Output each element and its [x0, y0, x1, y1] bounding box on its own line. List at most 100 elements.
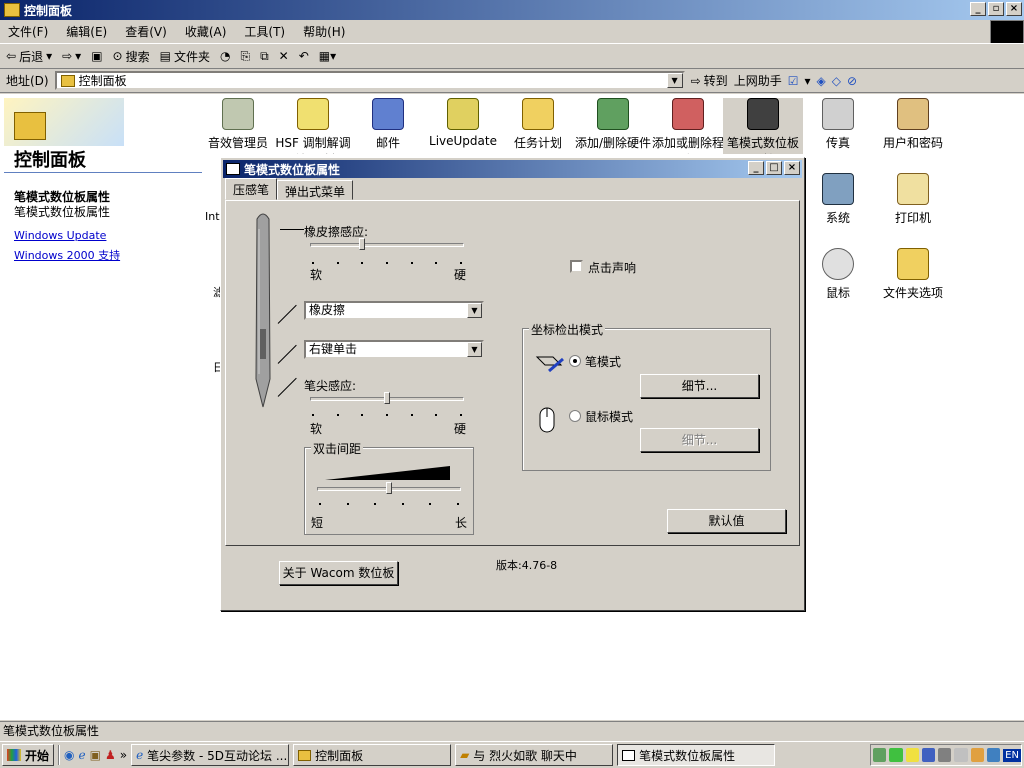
minimize-button[interactable]: _	[970, 2, 986, 16]
icon-pen-tablet[interactable]: 笔模式数位板属性	[723, 98, 803, 154]
mouse-mode-icon	[539, 407, 555, 433]
shield-icon[interactable]: ◈	[817, 74, 826, 88]
mouse-mode-radio[interactable]	[569, 410, 581, 422]
tip-leader-line	[277, 377, 297, 397]
up-folder-icon: ▣	[91, 49, 103, 63]
views-button[interactable]: ▦▾	[319, 49, 336, 63]
task-pen-tablet[interactable]: 笔模式数位板属性	[617, 744, 776, 766]
eraser-sensitivity-slider[interactable]	[358, 238, 365, 250]
delete-button[interactable]: ✕	[279, 49, 289, 63]
dialog-close-button[interactable]: ×	[784, 161, 800, 175]
move-to-button[interactable]: ⎘	[240, 49, 250, 64]
close-button[interactable]: ×	[1006, 2, 1022, 16]
icon-mail[interactable]: 邮件	[348, 98, 428, 151]
task-chat[interactable]: ▰ 与 烈火如歌 聊天中	[455, 744, 614, 766]
side-button-select[interactable]: 右键单击 ▼	[304, 340, 484, 359]
icon-users-passwords[interactable]: 用户和密码	[873, 98, 953, 151]
double-click-ticks	[319, 503, 459, 505]
chevron-down-icon[interactable]: ▼	[467, 342, 482, 357]
icon-add-remove-programs[interactable]: 添加或删除程序	[648, 98, 728, 154]
eraser-hard-label: 硬	[454, 268, 467, 282]
task-control-panel[interactable]: 控制面板	[293, 744, 452, 766]
printer-icon	[897, 173, 929, 205]
checkmark-icon[interactable]: ☑	[788, 74, 799, 88]
eraser-icon[interactable]: ◇	[832, 74, 841, 88]
monitor-icon[interactable]	[921, 748, 936, 762]
icon-liveupdate[interactable]: LiveUpdate	[423, 98, 503, 148]
more-quicklaunch-icon[interactable]: »	[120, 748, 127, 762]
menu-view[interactable]: 查看(V)	[125, 23, 167, 40]
ie-icon[interactable]: ℯ	[79, 748, 86, 762]
language-indicator[interactable]: EN	[1003, 748, 1021, 762]
icon-folder-options[interactable]: 文件夹选项	[873, 248, 953, 301]
dialog-tabs: 压感笔 弹出式菜单	[225, 178, 354, 200]
eraser-function-select[interactable]: 橡皮擦 ▼	[304, 301, 484, 320]
menu-favorites[interactable]: 收藏(A)	[185, 23, 227, 40]
disconnected-icon[interactable]	[938, 748, 952, 762]
tip-sensitivity-slider[interactable]	[384, 392, 390, 404]
tab-popup-menu[interactable]: 弹出式菜单	[277, 180, 354, 200]
go-button[interactable]: ⇨ 转到	[691, 72, 728, 89]
icon-printers[interactable]: 打印机	[873, 173, 953, 226]
go-arrow-icon: ⇨	[690, 73, 701, 88]
dialog-maximize-button[interactable]: □	[766, 161, 782, 175]
network-icon[interactable]	[873, 748, 887, 762]
windows-support-link[interactable]: Windows 2000 支持	[14, 247, 120, 263]
printer-tray-icon[interactable]	[954, 748, 968, 762]
views-icon: ▦▾	[318, 49, 337, 63]
pen-mode-radio[interactable]	[569, 355, 581, 367]
pen-tablet-icon	[747, 98, 779, 130]
help-icon[interactable]	[905, 748, 919, 762]
search-button[interactable]: ⊙ 搜索	[113, 48, 150, 65]
icon-sound-manager[interactable]: 音效管理员	[198, 98, 278, 151]
chevron-down-icon[interactable]: ▼	[467, 303, 482, 318]
online-dropdown-icon[interactable]: ▾	[804, 74, 810, 88]
pen-tablet-properties-dialog: 笔模式数位板属性 _ □ × 压感笔 弹出式菜单 橡皮擦感应: 软 硬 橡皮擦 …	[220, 157, 805, 611]
defaults-button[interactable]: 默认值	[667, 509, 786, 533]
icon-mouse[interactable]: 鼠标	[798, 248, 878, 301]
undo-button[interactable]: ↶	[299, 49, 309, 63]
task-forum[interactable]: ℯ 笔尖参数 - 5D互动论坛 ...	[131, 744, 290, 766]
icon-system[interactable]: 系统	[798, 173, 878, 226]
menu-file[interactable]: 文件(F)	[8, 23, 48, 40]
icon-fax[interactable]: 传真	[798, 98, 878, 151]
tablet-tray-icon[interactable]	[986, 748, 1001, 762]
umbrella-icon[interactable]	[889, 748, 903, 762]
qq-icon[interactable]: ♟	[105, 748, 116, 762]
windows-update-link[interactable]: Windows Update	[14, 229, 106, 242]
tab-pen[interactable]: 压感笔	[225, 178, 278, 200]
address-dropdown[interactable]: ▼	[666, 73, 683, 88]
restore-button[interactable]: ▫	[988, 2, 1004, 16]
icon-hsf-modem[interactable]: HSF 调制解调器地区选择	[273, 98, 353, 154]
taskbar-separator	[58, 745, 61, 765]
up-folder-button[interactable]: ▣	[91, 49, 102, 63]
history-button[interactable]: ◔	[220, 49, 230, 63]
icon-add-remove-hardware[interactable]: 添加/删除硬件	[573, 98, 653, 154]
icon-scheduled-tasks[interactable]: 任务计划	[498, 98, 578, 151]
dialog-window-icon	[226, 163, 240, 175]
desktop-icon[interactable]: ◉	[64, 748, 74, 762]
menu-help[interactable]: 帮助(H)	[303, 23, 345, 40]
folders-icon: ▤	[159, 49, 171, 63]
about-wacom-button[interactable]: 关于 Wacom 数位板	[279, 561, 398, 585]
forward-button[interactable]: ⇨ ▾	[62, 49, 81, 63]
menu-edit[interactable]: 编辑(E)	[66, 23, 107, 40]
coordinate-mode-label: 坐标检出模式	[529, 321, 606, 338]
start-button[interactable]: 开始	[2, 744, 55, 766]
folders-button[interactable]: ▤ 文件夹	[160, 48, 210, 65]
volume-icon[interactable]	[970, 748, 984, 762]
click-sound-checkbox[interactable]	[570, 260, 583, 273]
copy-to-button[interactable]: ⧉	[260, 49, 269, 64]
back-button[interactable]: ⇦ 后退 ▾	[6, 48, 52, 65]
block-icon[interactable]: ⊘	[847, 74, 857, 88]
outlook-icon[interactable]: ▣	[90, 748, 101, 762]
pen-mode-details-button[interactable]: 细节...	[640, 374, 759, 398]
double-click-slider[interactable]	[386, 482, 392, 494]
mouse-mode-label: 鼠标模式	[585, 410, 634, 424]
address-input[interactable]: 控制面板 ▼	[54, 71, 685, 90]
dialog-title: 笔模式数位板属性	[244, 162, 341, 177]
double-click-group-label: 双击间距	[311, 440, 364, 457]
dialog-minimize-button[interactable]: _	[748, 161, 764, 175]
online-helper-label[interactable]: 上网助手	[734, 72, 782, 89]
menu-tools[interactable]: 工具(T)	[244, 23, 285, 40]
